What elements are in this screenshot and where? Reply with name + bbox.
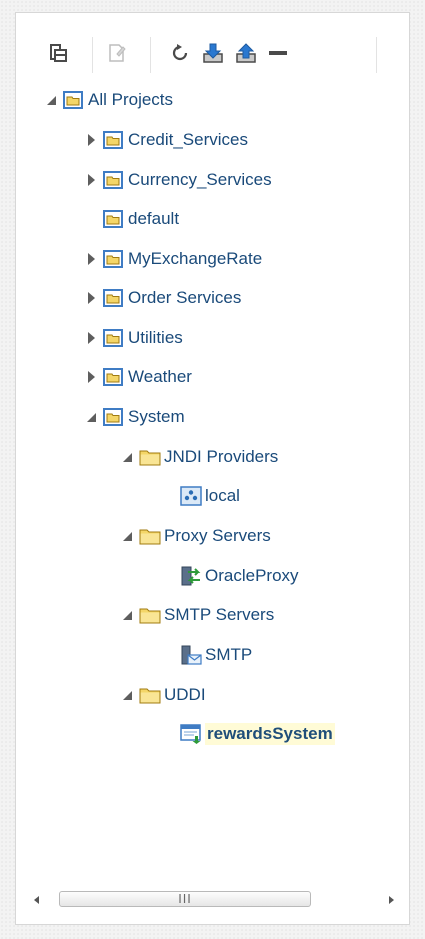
- horizontal-scrollbar[interactable]: III: [29, 890, 399, 910]
- expanded-arrow-icon[interactable]: [119, 522, 135, 550]
- tree-node-label: All Projects: [88, 90, 174, 109]
- tree-node-folder[interactable]: Proxy Servers: [119, 522, 271, 550]
- tree-node-project[interactable]: Order Services: [83, 284, 241, 312]
- tree-node-folder[interactable]: JNDI Providers: [119, 443, 278, 471]
- tree-node-label: System: [128, 407, 185, 426]
- tree-node-label: default: [128, 209, 180, 228]
- tree-node-label: SMTP: [205, 645, 253, 664]
- collapsed-arrow-icon[interactable]: [83, 284, 99, 312]
- expanded-arrow-icon[interactable]: [119, 601, 135, 629]
- tree-node-project[interactable]: MyExchangeRate: [83, 245, 262, 273]
- uddi-registry-icon: [180, 724, 202, 744]
- project-folder-icon: [103, 131, 125, 149]
- scrollbar-grip: III: [178, 892, 192, 906]
- expanded-arrow-icon[interactable]: [119, 681, 135, 709]
- tree-node-all-projects[interactable]: All Projects: [43, 86, 173, 114]
- tree-node-resource[interactable]: SMTP: [180, 641, 252, 669]
- tree-node-label: Order Services: [128, 288, 242, 307]
- collapsed-arrow-icon[interactable]: [83, 166, 99, 194]
- project-folder-icon: [63, 91, 85, 109]
- project-folder-icon: [103, 171, 125, 189]
- expanded-arrow-icon[interactable]: [43, 86, 59, 114]
- project-folder-icon: [103, 329, 125, 347]
- jndi-provider-icon: [180, 486, 202, 506]
- collapsed-arrow-icon[interactable]: [83, 363, 99, 391]
- folder-icon: [139, 606, 161, 624]
- project-folder-icon: [103, 210, 125, 228]
- tree-node-label: MyExchangeRate: [128, 249, 263, 268]
- tree-node-system[interactable]: System: [83, 403, 185, 431]
- project-folder-icon: [103, 368, 125, 386]
- tree-node-project[interactable]: Currency_Services: [83, 166, 272, 194]
- tree-node-resource[interactable]: local: [180, 482, 240, 510]
- tree-node-folder[interactable]: UDDI: [119, 681, 206, 709]
- proxy-server-icon: [180, 566, 202, 586]
- tree-node-project[interactable]: Utilities: [83, 324, 183, 352]
- tree-node-label: Currency_Services: [128, 170, 272, 189]
- scroll-right-icon[interactable]: [384, 893, 398, 907]
- smtp-server-icon: [180, 645, 202, 665]
- project-folder-icon: [103, 289, 125, 307]
- tree-node-label: SMTP Servers: [164, 605, 275, 624]
- tree-node-label: Credit_Services: [128, 130, 248, 149]
- expanded-arrow-icon[interactable]: [119, 443, 135, 471]
- project-explorer-panel: All Projects Credit_Services Currency_Se…: [15, 12, 410, 925]
- tree-node-resource-selected[interactable]: rewardsSystem: [180, 720, 335, 748]
- scroll-left-icon[interactable]: [29, 893, 43, 907]
- scrollbar-thumb[interactable]: III: [59, 891, 311, 907]
- project-folder-icon: [103, 250, 125, 268]
- tree-node-label: local: [205, 486, 240, 505]
- tree-node-folder[interactable]: SMTP Servers: [119, 601, 274, 629]
- tree-node-label: OracleProxy: [205, 566, 299, 585]
- collapsed-arrow-icon[interactable]: [83, 324, 99, 352]
- tree-node-project[interactable]: default: [83, 205, 179, 233]
- tree-node-label: Weather: [128, 367, 192, 386]
- project-folder-icon: [103, 408, 125, 426]
- collapsed-arrow-icon[interactable]: [83, 126, 99, 154]
- project-tree: All Projects Credit_Services Currency_Se…: [16, 13, 409, 873]
- tree-node-project[interactable]: Credit_Services: [83, 126, 248, 154]
- tree-node-resource[interactable]: OracleProxy: [180, 562, 299, 590]
- folder-icon: [139, 527, 161, 545]
- folder-icon: [139, 686, 161, 704]
- folder-icon: [139, 448, 161, 466]
- tree-node-label: rewardsSystem: [205, 723, 335, 745]
- expanded-arrow-icon[interactable]: [83, 403, 99, 431]
- tree-node-project[interactable]: Weather: [83, 363, 192, 391]
- tree-node-label: Utilities: [128, 328, 183, 347]
- tree-node-label: JNDI Providers: [164, 447, 279, 466]
- collapsed-arrow-icon[interactable]: [83, 245, 99, 273]
- tree-node-label: Proxy Servers: [164, 526, 271, 545]
- tree-node-label: UDDI: [164, 685, 206, 704]
